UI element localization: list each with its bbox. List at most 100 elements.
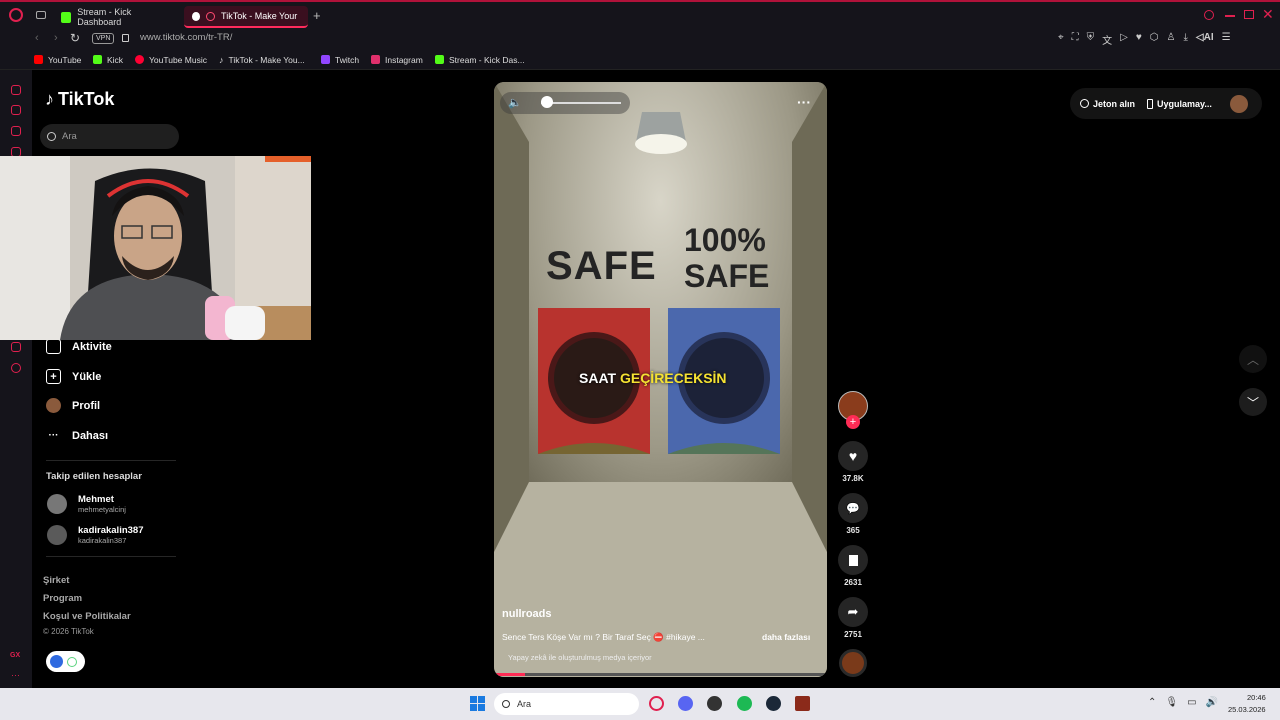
new-tab-button[interactable]: + [313, 8, 321, 23]
play-icon[interactable]: ▷ [1120, 32, 1128, 47]
like-action[interactable]: ♥ 37.8K [838, 441, 868, 483]
comment-action[interactable]: 💬 365 [838, 493, 868, 535]
save-action[interactable]: 2631 [838, 545, 868, 587]
volume-handle[interactable] [541, 96, 553, 108]
creator-avatar-button[interactable]: + [838, 391, 868, 429]
heart-icon[interactable]: ♥ [1136, 32, 1142, 47]
ai-button[interactable]: ◁AI [1196, 32, 1214, 47]
account-name: Mehmet [78, 494, 114, 505]
progress-bar[interactable] [494, 673, 827, 676]
music-disc-button[interactable] [838, 649, 868, 677]
bookmark-youtube-music[interactable]: YouTube Music [135, 52, 207, 67]
sidebar-icon-aria[interactable] [11, 85, 21, 95]
tab-kick-dashboard[interactable]: Stream - Kick Dashboard [53, 6, 179, 28]
nav-more[interactable]: ··· Dahası [46, 428, 109, 443]
reload-icon[interactable]: ↻ [70, 31, 80, 45]
nav-label: Yükle [72, 370, 102, 383]
tab-menu-icon[interactable] [36, 11, 46, 19]
nav-profile[interactable]: Profil [46, 398, 100, 413]
clock-date[interactable]: 25.03.2026 [1228, 705, 1266, 714]
back-icon[interactable]: ‹ [35, 32, 39, 44]
get-app-button[interactable]: Uygulamay... [1147, 98, 1212, 109]
search-input[interactable]: Ara [40, 124, 179, 149]
menu-icon[interactable]: ☰ [1222, 32, 1231, 47]
opera-logo-icon[interactable] [9, 8, 23, 22]
extension-toggle[interactable] [46, 651, 85, 672]
sidebar-icon-shop[interactable] [11, 105, 21, 115]
snapshot-icon[interactable]: ⛶ [1072, 32, 1079, 47]
volume-icon[interactable]: 🔈 [508, 96, 522, 109]
speaker-icon[interactable]: 🔊 [1206, 697, 1218, 708]
url-field[interactable]: www.tiktok.com/tr-TR/ [140, 32, 232, 43]
discord-taskbar-icon[interactable] [678, 696, 693, 711]
maximize-icon[interactable] [1244, 10, 1254, 19]
tray-chevron-icon[interactable]: ⌃ [1148, 697, 1156, 708]
network-icon[interactable]: ▭ [1187, 697, 1196, 708]
volume-slider[interactable] [541, 102, 621, 104]
translate-icon[interactable]: 文 [1102, 32, 1112, 47]
bookmark-twitch[interactable]: Twitch [321, 52, 359, 67]
close-window-icon[interactable]: ✕ [1262, 6, 1274, 23]
clock-time[interactable]: 20:46 [1247, 693, 1266, 702]
extensions-icon[interactable]: ⬡ [1150, 32, 1159, 47]
nav-upload[interactable]: + Yükle [46, 369, 101, 384]
next-video-button[interactable]: ﹀ [1239, 388, 1267, 416]
vpn-badge[interactable]: VPN [92, 33, 115, 44]
forward-icon[interactable]: › [54, 32, 58, 44]
nav-activity[interactable]: 14 Aktivite [46, 332, 112, 354]
bookmark-kick[interactable]: Kick [93, 52, 123, 67]
more-options-icon[interactable]: ··· [797, 94, 811, 110]
chevron-up-icon: ︿ [1246, 352, 1259, 367]
bookmark-tiktok[interactable]: ♪ TikTok - Make You... [219, 52, 305, 67]
share-count: 2751 [844, 630, 862, 639]
sidebar-icon-twitch[interactable] [11, 126, 21, 136]
steam-taskbar-icon[interactable] [766, 696, 781, 711]
close-tab-icon[interactable] [206, 11, 216, 21]
tab-tiktok[interactable]: TikTok - Make Your Da [184, 6, 308, 28]
bookmark-instagram[interactable]: Instagram [371, 52, 423, 67]
follow-plus-icon[interactable]: + [846, 415, 860, 429]
obs-taskbar-icon[interactable] [707, 696, 722, 711]
game-taskbar-icon[interactable] [795, 696, 810, 711]
tiktok-logo[interactable]: ♪ TikTok [45, 89, 114, 110]
like-button[interactable]: ♥ [838, 441, 868, 471]
user-avatar[interactable] [1229, 94, 1248, 113]
footer-link-terms[interactable]: Koşul ve Politikalar [43, 611, 131, 622]
video-author[interactable]: nullroads [502, 608, 552, 620]
opera-taskbar-icon[interactable] [649, 696, 664, 711]
nav-label: Profil [72, 399, 101, 412]
shield-icon[interactable]: ⛨ [1087, 32, 1095, 47]
bookmark-kick-dashboard[interactable]: Stream - Kick Das... [435, 52, 525, 67]
download-icon[interactable]: ⤓ [1183, 32, 1187, 47]
save-count: 2631 [844, 578, 862, 587]
taskbar-search[interactable]: Ara [494, 693, 639, 715]
footer-link-company[interactable]: Şirket [43, 575, 69, 586]
share-button[interactable]: ➦ [838, 597, 868, 627]
windows-start-icon[interactable] [470, 696, 485, 711]
gx-label[interactable]: GX [10, 652, 20, 659]
video-player[interactable]: SAFE 100% SAFE SAAT GEÇİRECEKSİN 🔈 ··· n… [494, 82, 827, 677]
comment-button[interactable]: 💬 [838, 493, 868, 523]
system-tray: ⌃ 🎙 ▭ 🔊 [1148, 697, 1218, 708]
bookmark-youtube[interactable]: YouTube [34, 52, 81, 67]
save-button[interactable] [838, 545, 868, 575]
footer-link-program[interactable]: Program [43, 593, 82, 604]
more-sidebar-icon[interactable]: ··· [11, 670, 20, 680]
sidebar-icon-settings[interactable] [11, 363, 21, 373]
sidebar-icon-history[interactable] [11, 342, 21, 352]
share-action[interactable]: ➦ 2751 [838, 597, 868, 639]
youtube-icon [34, 55, 43, 64]
profile-icon[interactable]: ♙ [1167, 32, 1176, 47]
following-account[interactable]: Mehmet mehmetyalcinj [47, 494, 126, 514]
minimize-icon[interactable] [1225, 15, 1235, 17]
spotify-taskbar-icon[interactable] [737, 696, 752, 711]
following-account[interactable]: kadirakalin387 kadirakalin387 [47, 525, 144, 545]
video-caption: SAAT GEÇİRECEKSİN [579, 370, 727, 386]
pin-icon[interactable]: ⌖ [1058, 32, 1064, 47]
get-coins-button[interactable]: Jeton alın [1080, 99, 1135, 109]
search-tabs-icon[interactable] [1204, 10, 1214, 20]
previous-video-button[interactable]: ︿ [1239, 345, 1267, 373]
more-link[interactable]: daha fazlası [762, 632, 810, 642]
bookmark-label: Twitch [335, 54, 360, 65]
microphone-icon[interactable]: 🎙 [1165, 697, 1178, 708]
